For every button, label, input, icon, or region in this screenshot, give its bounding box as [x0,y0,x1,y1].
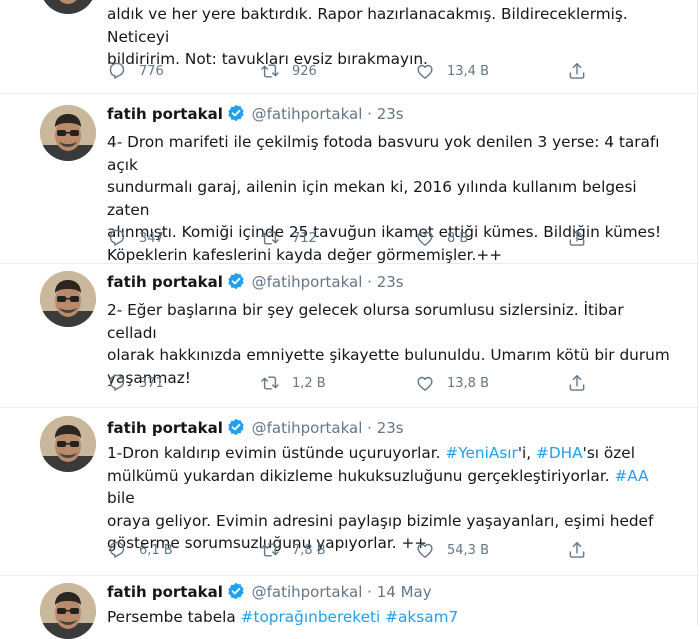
reply-count: 776 [139,63,164,79]
avatar[interactable] [40,0,96,14]
timestamp[interactable]: 14 May [377,583,432,601]
retweet-count: 926 [292,63,317,79]
retweet-button[interactable]: 1,2 B [260,373,326,393]
retweet-button[interactable]: 926 [260,61,317,81]
tweet[interactable]: aldık ve her yere baktırdık. Rapor hazır… [0,0,698,94]
like-button[interactable]: 13,4 B [415,61,489,81]
reply-icon [109,62,125,79]
reply-button[interactable]: 347 [107,228,164,248]
hashtag-link[interactable]: #aksam7 [385,608,458,626]
retweet-count: 1,2 B [292,375,326,391]
avatar[interactable] [40,271,96,327]
avatar[interactable] [40,105,96,161]
retweet-button[interactable]: 712 [260,228,317,248]
timestamp[interactable]: 23s [377,105,404,123]
reply-count: 347 [139,230,164,246]
tweet-text: Persembe tabela #toprağınbereketi #aksam… [107,606,677,629]
separator-dot: · [367,583,372,601]
verified-badge-icon [227,582,245,600]
share-icon [569,230,585,246]
hashtag-link[interactable]: #AA [614,467,648,485]
retweet-count: 712 [292,230,317,246]
share-button[interactable] [567,61,599,81]
verified-badge-icon [227,104,245,122]
timeline-border [697,0,698,625]
like-count: 8 B [447,230,469,246]
avatar[interactable] [40,583,96,639]
reply-button[interactable]: 6,1 B [107,540,173,560]
timestamp[interactable]: 23s [377,273,404,291]
like-button[interactable]: 8 B [415,228,468,248]
tweet-header: fatih portakal @fatihportakal · 23s [107,104,404,124]
author-handle[interactable]: @fatihportakal [252,419,363,437]
share-button[interactable] [567,373,599,393]
tweet[interactable]: fatih portakal @fatihportakal · 23s 2- E… [0,263,698,408]
retweet-icon [261,543,279,557]
like-button[interactable]: 13,8 B [415,373,489,393]
heart-icon [417,543,433,558]
author-handle[interactable]: @fatihportakal [252,273,363,291]
author-name[interactable]: fatih portakal [107,273,223,291]
tweet-actions: 776 926 13,4 B [107,61,587,81]
heart-icon [417,231,433,246]
author-handle[interactable]: @fatihportakal [252,583,363,601]
verified-badge-icon [227,272,245,290]
retweet-count: 7,8 B [292,542,326,558]
reply-count: 371 [139,375,164,391]
reply-icon [109,229,125,246]
tweet-text: 1-Dron kaldırıp evimin üstünde uçuruyorl… [107,442,677,555]
share-icon [569,542,585,558]
tweet-actions: 347 712 8 B [107,228,587,248]
tweet-actions: 371 1,2 B 13,8 B [107,373,587,393]
separator-dot: · [367,273,372,291]
retweet-icon [261,64,279,78]
author-handle[interactable]: @fatihportakal [252,105,363,123]
share-button[interactable] [567,228,599,248]
reply-icon [109,374,125,391]
tweet-header: fatih portakal @fatihportakal · 23s [107,272,404,292]
avatar[interactable] [40,416,96,472]
hashtag-link[interactable]: #toprağınbereketi [241,608,381,626]
tweet[interactable]: fatih portakal @fatihportakal · 23s 4- D… [0,93,698,264]
share-button[interactable] [567,540,599,560]
tweet-actions: 6,1 B 7,8 B 54,3 B [107,540,587,560]
verified-badge-icon [227,418,245,436]
tweet-text-part: 1-Dron kaldırıp evimin üstünde uçuruyorl… [107,444,446,462]
reply-icon [109,541,125,558]
author-name[interactable]: fatih portakal [107,419,223,437]
hashtag-link[interactable]: #YeniAsır [445,444,517,462]
heart-icon [417,376,433,391]
retweet-icon [261,376,279,390]
tweet[interactable]: fatih portakal @fatihportakal · 23s 1-Dr… [0,407,698,576]
like-count: 13,4 B [447,63,489,79]
like-count: 54,3 B [447,542,489,558]
hashtag-link[interactable]: #DHA [536,444,583,462]
tweet-header: fatih portakal @fatihportakal · 14 May [107,582,432,602]
tweet-header: fatih portakal @fatihportakal · 23s [107,418,404,438]
author-name[interactable]: fatih portakal [107,105,223,123]
reply-count: 6,1 B [139,542,173,558]
heart-icon [417,64,433,79]
reply-button[interactable]: 776 [107,61,164,81]
like-button[interactable]: 54,3 B [415,540,489,560]
like-count: 13,8 B [447,375,489,391]
timestamp[interactable]: 23s [377,419,404,437]
tweet-text-part: 'i, [517,444,537,462]
retweet-icon [261,231,279,245]
retweet-button[interactable]: 7,8 B [260,540,326,560]
tweet-text-part: Persembe tabela [107,608,241,626]
separator-dot: · [367,419,372,437]
tweet[interactable]: fatih portakal @fatihportakal · 14 May P… [0,575,698,639]
reply-button[interactable]: 371 [107,373,164,393]
share-icon [569,375,585,391]
share-icon [569,63,585,79]
separator-dot: · [367,105,372,123]
author-name[interactable]: fatih portakal [107,583,223,601]
